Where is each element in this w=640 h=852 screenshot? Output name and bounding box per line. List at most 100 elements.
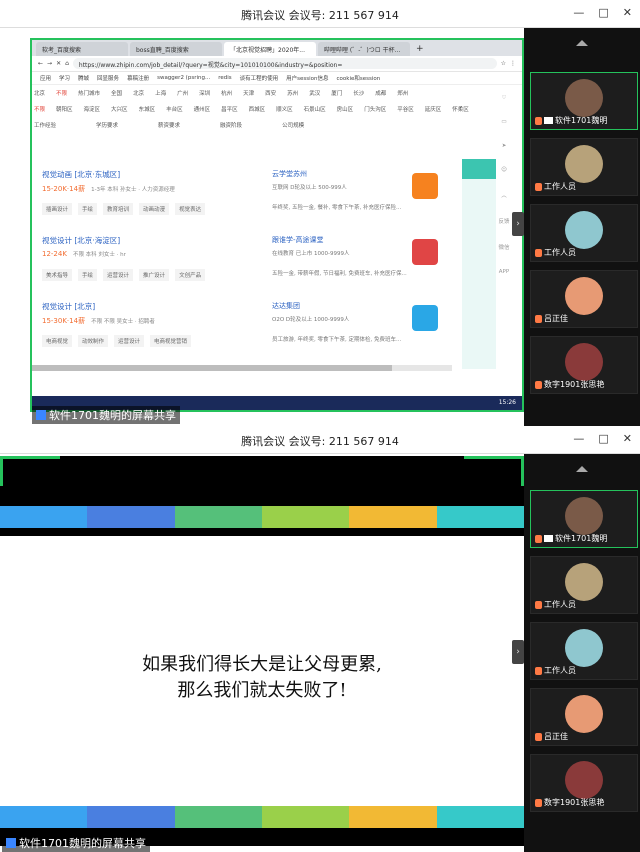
bookmark-item[interactable]: 学习: [59, 74, 70, 82]
city-filter-option[interactable]: 深圳: [199, 89, 210, 97]
participant-tile[interactable]: 工作人员: [530, 556, 638, 614]
job-card[interactable]: 视觉设计 [北京·海淀区] 12-24K 不限 本科 刘女士 · hr 美术指导 手绘运…: [42, 235, 438, 289]
forward-icon[interactable]: →: [47, 60, 52, 67]
job-title[interactable]: 视觉动画 [北京·东城区]: [42, 169, 432, 180]
city-filter-option[interactable]: 上海: [155, 89, 166, 97]
heart-icon[interactable]: ♡: [502, 95, 507, 101]
bookmark-item[interactable]: swagger2 (psring...: [157, 75, 210, 81]
district-filter-option[interactable]: 东城区: [139, 105, 156, 113]
company-logo[interactable]: [412, 239, 438, 265]
filter-dropdown[interactable]: 融资阶段: [220, 121, 242, 129]
stop-icon[interactable]: ✕: [56, 60, 61, 67]
menu-icon[interactable]: ⋮: [510, 60, 516, 67]
horizontal-scrollbar[interactable]: [32, 365, 452, 371]
bookmark-item[interactable]: 回显服务: [97, 74, 119, 82]
user-icon[interactable]: ☺: [501, 167, 507, 173]
participant-tile[interactable]: 工作人员: [530, 204, 638, 262]
city-filter-option[interactable]: 广州: [177, 89, 188, 97]
filter-dropdown[interactable]: 薪资要求: [158, 121, 180, 129]
side-tool-feedback[interactable]: 反馈: [498, 217, 509, 225]
company-logo[interactable]: [412, 305, 438, 331]
city-filter-option[interactable]: 苏州: [287, 89, 298, 97]
district-filter-option[interactable]: 昌平区: [221, 105, 238, 113]
participant-tile[interactable]: 吕正佳: [530, 270, 638, 328]
bookmark-item[interactable]: 应用: [40, 74, 51, 82]
district-filter-option[interactable]: 丰台区: [166, 105, 183, 113]
side-tool-wechat[interactable]: 微信: [498, 243, 509, 251]
scroll-up-icon[interactable]: [576, 40, 588, 46]
district-filter-option[interactable]: 朝阳区: [56, 105, 73, 113]
filter-dropdown[interactable]: 公司规模: [282, 121, 304, 129]
job-card[interactable]: 视觉设计 [北京] 15-30K·14薪 不限 不限 吴女士 · 招聘者 电商视觉 动效…: [42, 301, 438, 355]
collapse-panel-button[interactable]: ›: [512, 640, 524, 664]
job-title[interactable]: 视觉设计 [北京]: [42, 301, 432, 312]
participant-tile[interactable]: 工作人员: [530, 138, 638, 196]
maximize-icon[interactable]: □: [598, 6, 608, 19]
city-filter-option[interactable]: 长沙: [353, 89, 364, 97]
send-icon[interactable]: ➤: [502, 143, 507, 149]
district-filter-option[interactable]: 大兴区: [111, 105, 128, 113]
city-filter-option[interactable]: 北京: [34, 89, 45, 97]
city-filter-option[interactable]: 武汉: [309, 89, 320, 97]
new-tab-icon[interactable]: +: [412, 44, 428, 56]
filter-dropdown[interactable]: 工作经验: [34, 121, 56, 129]
district-filter-option[interactable]: 顺义区: [276, 105, 293, 113]
browser-tab-active[interactable]: 「北京视觉招聘」2020年...: [224, 42, 316, 56]
district-filter-option[interactable]: 石景山区: [304, 105, 326, 113]
participant-tile[interactable]: 工作人员: [530, 622, 638, 680]
district-filter-option[interactable]: 延庆区: [425, 105, 442, 113]
district-filter-option[interactable]: 怀柔区: [452, 105, 469, 113]
job-card[interactable]: 视觉动画 [北京·东城区] 15-20K·14薪 1-3年 本科 孙女士 · 人力资…: [42, 169, 438, 223]
company-name[interactable]: 跟谁学-高途课堂: [272, 235, 324, 245]
browser-tab[interactable]: 哔哩哔哩 (゜-゜)つロ 干杯...: [318, 42, 410, 56]
city-filter-option[interactable]: 厦门: [331, 89, 342, 97]
city-filter-option[interactable]: 热门城市: [78, 89, 100, 97]
side-tool-app[interactable]: APP: [499, 269, 509, 275]
star-icon[interactable]: ☆: [501, 60, 506, 67]
district-filter-option[interactable]: 海淀区: [84, 105, 101, 113]
minimize-icon[interactable]: —: [573, 6, 584, 19]
city-filter-option[interactable]: 北京: [133, 89, 144, 97]
home-icon[interactable]: ⌂: [65, 60, 69, 67]
bookmark-item[interactable]: 用户session信息: [286, 74, 328, 82]
district-filter-option[interactable]: 西城区: [249, 105, 266, 113]
bookmark-item[interactable]: 腾城: [78, 74, 89, 82]
filter-dropdown[interactable]: 学历要求: [96, 121, 118, 129]
browser-tab[interactable]: 软考_百度搜索: [36, 42, 128, 56]
district-filter-option[interactable]: 通州区: [194, 105, 211, 113]
bookmark-item[interactable]: 慕稿注册: [127, 74, 149, 82]
bookmark-item[interactable]: redis: [218, 75, 231, 81]
close-icon[interactable]: ✕: [623, 6, 632, 19]
company-logo[interactable]: [412, 173, 438, 199]
city-filter-option[interactable]: 郑州: [397, 89, 408, 97]
browser-tab[interactable]: boss直聘_百度搜索: [130, 42, 222, 56]
scroll-top-icon[interactable]: ︿: [501, 191, 507, 199]
city-filter-option[interactable]: 天津: [243, 89, 254, 97]
chat-icon[interactable]: ▭: [501, 119, 506, 125]
minimize-icon[interactable]: —: [573, 432, 584, 445]
participant-tile[interactable]: 软件1701魏明: [530, 490, 638, 548]
scroll-up-icon[interactable]: [576, 466, 588, 472]
participant-tile[interactable]: 数字1901张思艳: [530, 336, 638, 394]
bookmark-item[interactable]: 谈有工程的使用: [240, 74, 279, 82]
city-filter-option[interactable]: 杭州: [221, 89, 232, 97]
bookmark-item[interactable]: cookie和session: [337, 74, 381, 82]
maximize-icon[interactable]: □: [598, 432, 608, 445]
close-icon[interactable]: ✕: [623, 432, 632, 445]
city-filter-option[interactable]: 全国: [111, 89, 122, 97]
district-filter-option[interactable]: 平谷区: [397, 105, 414, 113]
city-filter-option[interactable]: 西安: [265, 89, 276, 97]
url-input[interactable]: https://www.zhipin.com/job_detail/?query…: [72, 58, 497, 69]
collapse-panel-button[interactable]: ›: [512, 212, 524, 236]
participant-tile[interactable]: 数字1901张思艳: [530, 754, 638, 812]
company-name[interactable]: 达达集团: [272, 301, 300, 311]
job-title[interactable]: 视觉设计 [北京·海淀区]: [42, 235, 432, 246]
participant-tile[interactable]: 软件1701魏明: [530, 72, 638, 130]
district-filter-option[interactable]: 门头沟区: [364, 105, 386, 113]
city-filter-option[interactable]: 成都: [375, 89, 386, 97]
participant-tile[interactable]: 吕正佳: [530, 688, 638, 746]
city-filter-option[interactable]: 不限: [56, 89, 67, 97]
back-icon[interactable]: ←: [38, 60, 43, 67]
company-name[interactable]: 云学堂苏州: [272, 169, 307, 179]
district-filter-option[interactable]: 房山区: [337, 105, 354, 113]
